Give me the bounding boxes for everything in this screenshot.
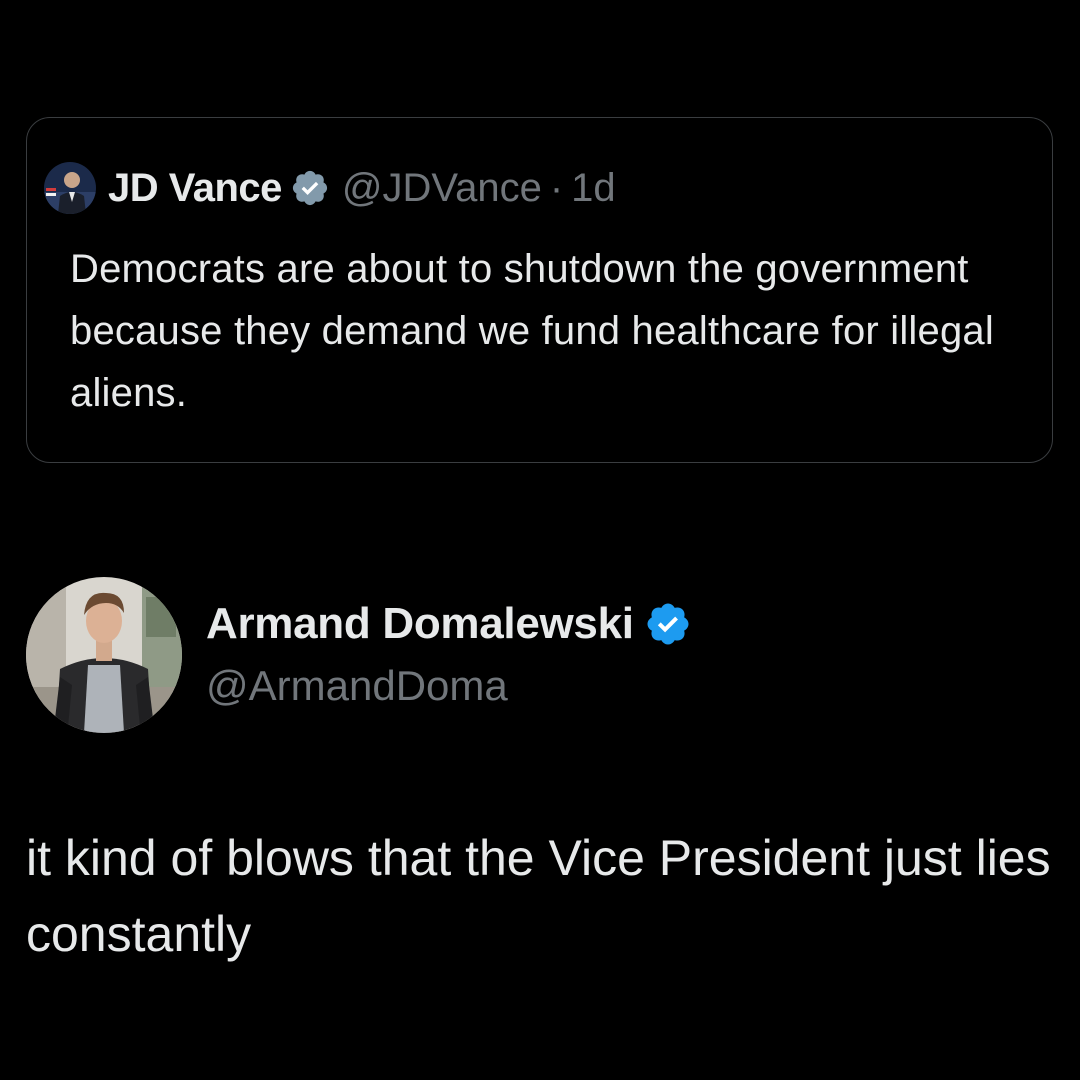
- verified-badge-icon: [290, 168, 330, 208]
- author-name-row: Armand Domalewski: [206, 596, 692, 652]
- quoted-author-avatar[interactable]: [44, 162, 96, 214]
- tweet-text: it kind of blows that the Vice President…: [26, 830, 1051, 962]
- author-handle[interactable]: @ArmandDoma: [206, 662, 508, 710]
- author-name[interactable]: Armand Domalewski: [206, 599, 634, 649]
- quoted-tweet-text: Democrats are about to shutdown the gove…: [70, 247, 994, 415]
- verified-badge-icon: [644, 600, 692, 648]
- author-avatar[interactable]: [26, 577, 182, 733]
- quoted-tweet-timestamp[interactable]: 1d: [571, 166, 616, 211]
- meta-separator: ·: [549, 165, 564, 210]
- quoted-author-handle[interactable]: @JDVance: [342, 166, 542, 211]
- quoted-author-name[interactable]: JD Vance: [108, 166, 282, 211]
- quoted-tweet-header: JD Vance @JDVance · 1d: [44, 160, 616, 216]
